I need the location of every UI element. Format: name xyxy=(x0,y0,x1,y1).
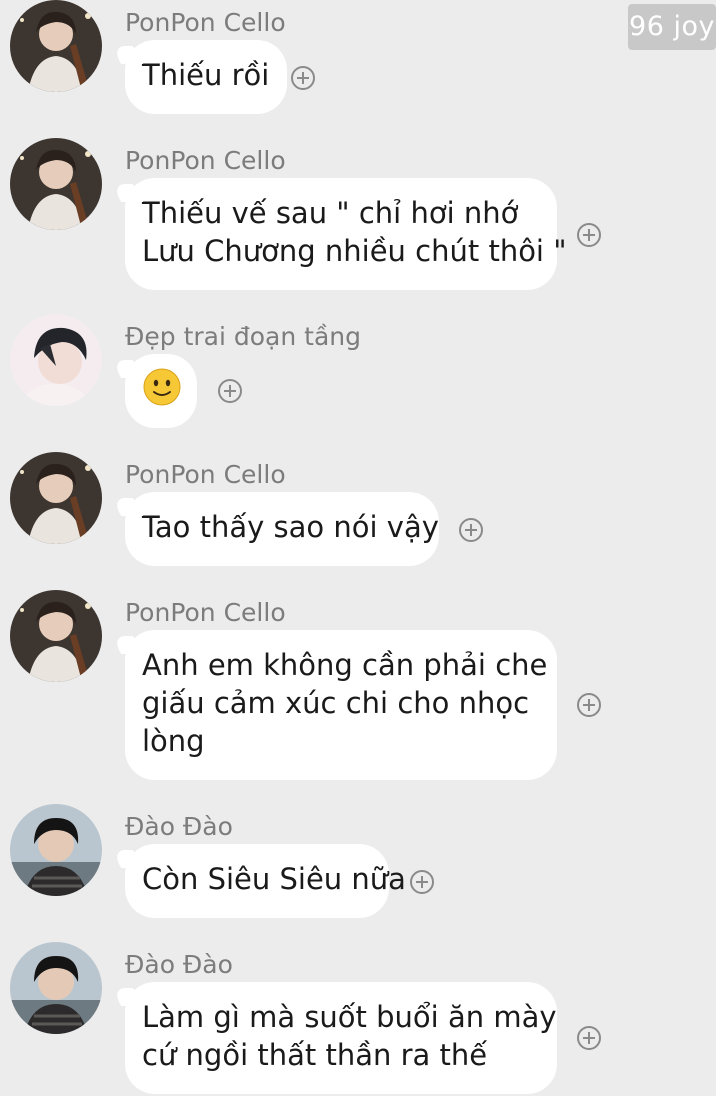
message-text-line: Thiếu vế sau " chỉ hơi nhớ xyxy=(142,196,519,230)
message-text-line: Tao thấy sao nói vậy xyxy=(142,510,439,544)
add-reaction-button[interactable] xyxy=(577,223,601,247)
add-reaction-button[interactable] xyxy=(291,66,315,90)
add-reaction-button[interactable] xyxy=(577,693,601,717)
message-bubble[interactable]: Thiếu rồi xyxy=(125,40,288,114)
sender-name: PonPon Cello xyxy=(125,460,286,489)
beach-portrait-avatar-icon[interactable] xyxy=(10,942,102,1034)
add-reaction-button[interactable] xyxy=(577,1026,601,1050)
message-text-line: Anh em không cần phải che xyxy=(142,648,548,682)
add-reaction-button[interactable] xyxy=(459,518,483,542)
message-text-line: Thiếu rồi xyxy=(142,58,270,92)
message-bubble[interactable]: Còn Siêu Siêu nữa xyxy=(125,844,406,918)
sender-name: PonPon Cello xyxy=(125,8,286,37)
message-text-line: Lưu Chương nhiều chút thôi " xyxy=(142,234,567,268)
message-text-line: giấu cảm xúc chi cho nhọc xyxy=(142,686,530,720)
sender-name: Đào Đào xyxy=(125,812,233,841)
cellist-avatar-icon[interactable] xyxy=(10,590,102,682)
message-bubble[interactable]: Thiếu vế sau " chỉ hơi nhớ Lưu Chương nh… xyxy=(125,178,567,290)
message-text-line: Còn Siêu Siêu nữa xyxy=(142,862,406,896)
portrait-avatar-icon[interactable] xyxy=(10,314,102,406)
message-text-line: cứ ngồi thất thần ra thế xyxy=(142,1038,488,1072)
message-bubble[interactable]: Anh em không cần phải che giấu cảm xúc c… xyxy=(125,630,557,780)
sender-name: PonPon Cello xyxy=(125,598,286,627)
message-bubble[interactable]: Làm gì mà suốt buổi ăn mày cứ ngồi thất … xyxy=(125,982,557,1094)
message-bubble[interactable]: Tao thấy sao nói vậy xyxy=(125,492,439,566)
cellist-avatar-icon[interactable] xyxy=(10,138,102,230)
sender-name: Đẹp trai đoạn tầng xyxy=(125,322,361,351)
message-bubble[interactable] xyxy=(125,354,197,428)
sender-name: Đào Đào xyxy=(125,950,233,979)
watermark-label: 96 joy xyxy=(628,4,716,50)
cellist-avatar-icon[interactable] xyxy=(10,0,102,92)
add-reaction-button[interactable] xyxy=(410,870,434,894)
message-text-line: Làm gì mà suốt buổi ăn mày xyxy=(142,1000,557,1034)
add-reaction-button[interactable] xyxy=(218,379,242,403)
sender-name: PonPon Cello xyxy=(125,146,286,175)
slightly-smiling-face-icon xyxy=(143,368,181,406)
beach-portrait-avatar-icon[interactable] xyxy=(10,804,102,896)
message-text-line: lòng xyxy=(142,724,205,758)
cellist-avatar-icon[interactable] xyxy=(10,452,102,544)
